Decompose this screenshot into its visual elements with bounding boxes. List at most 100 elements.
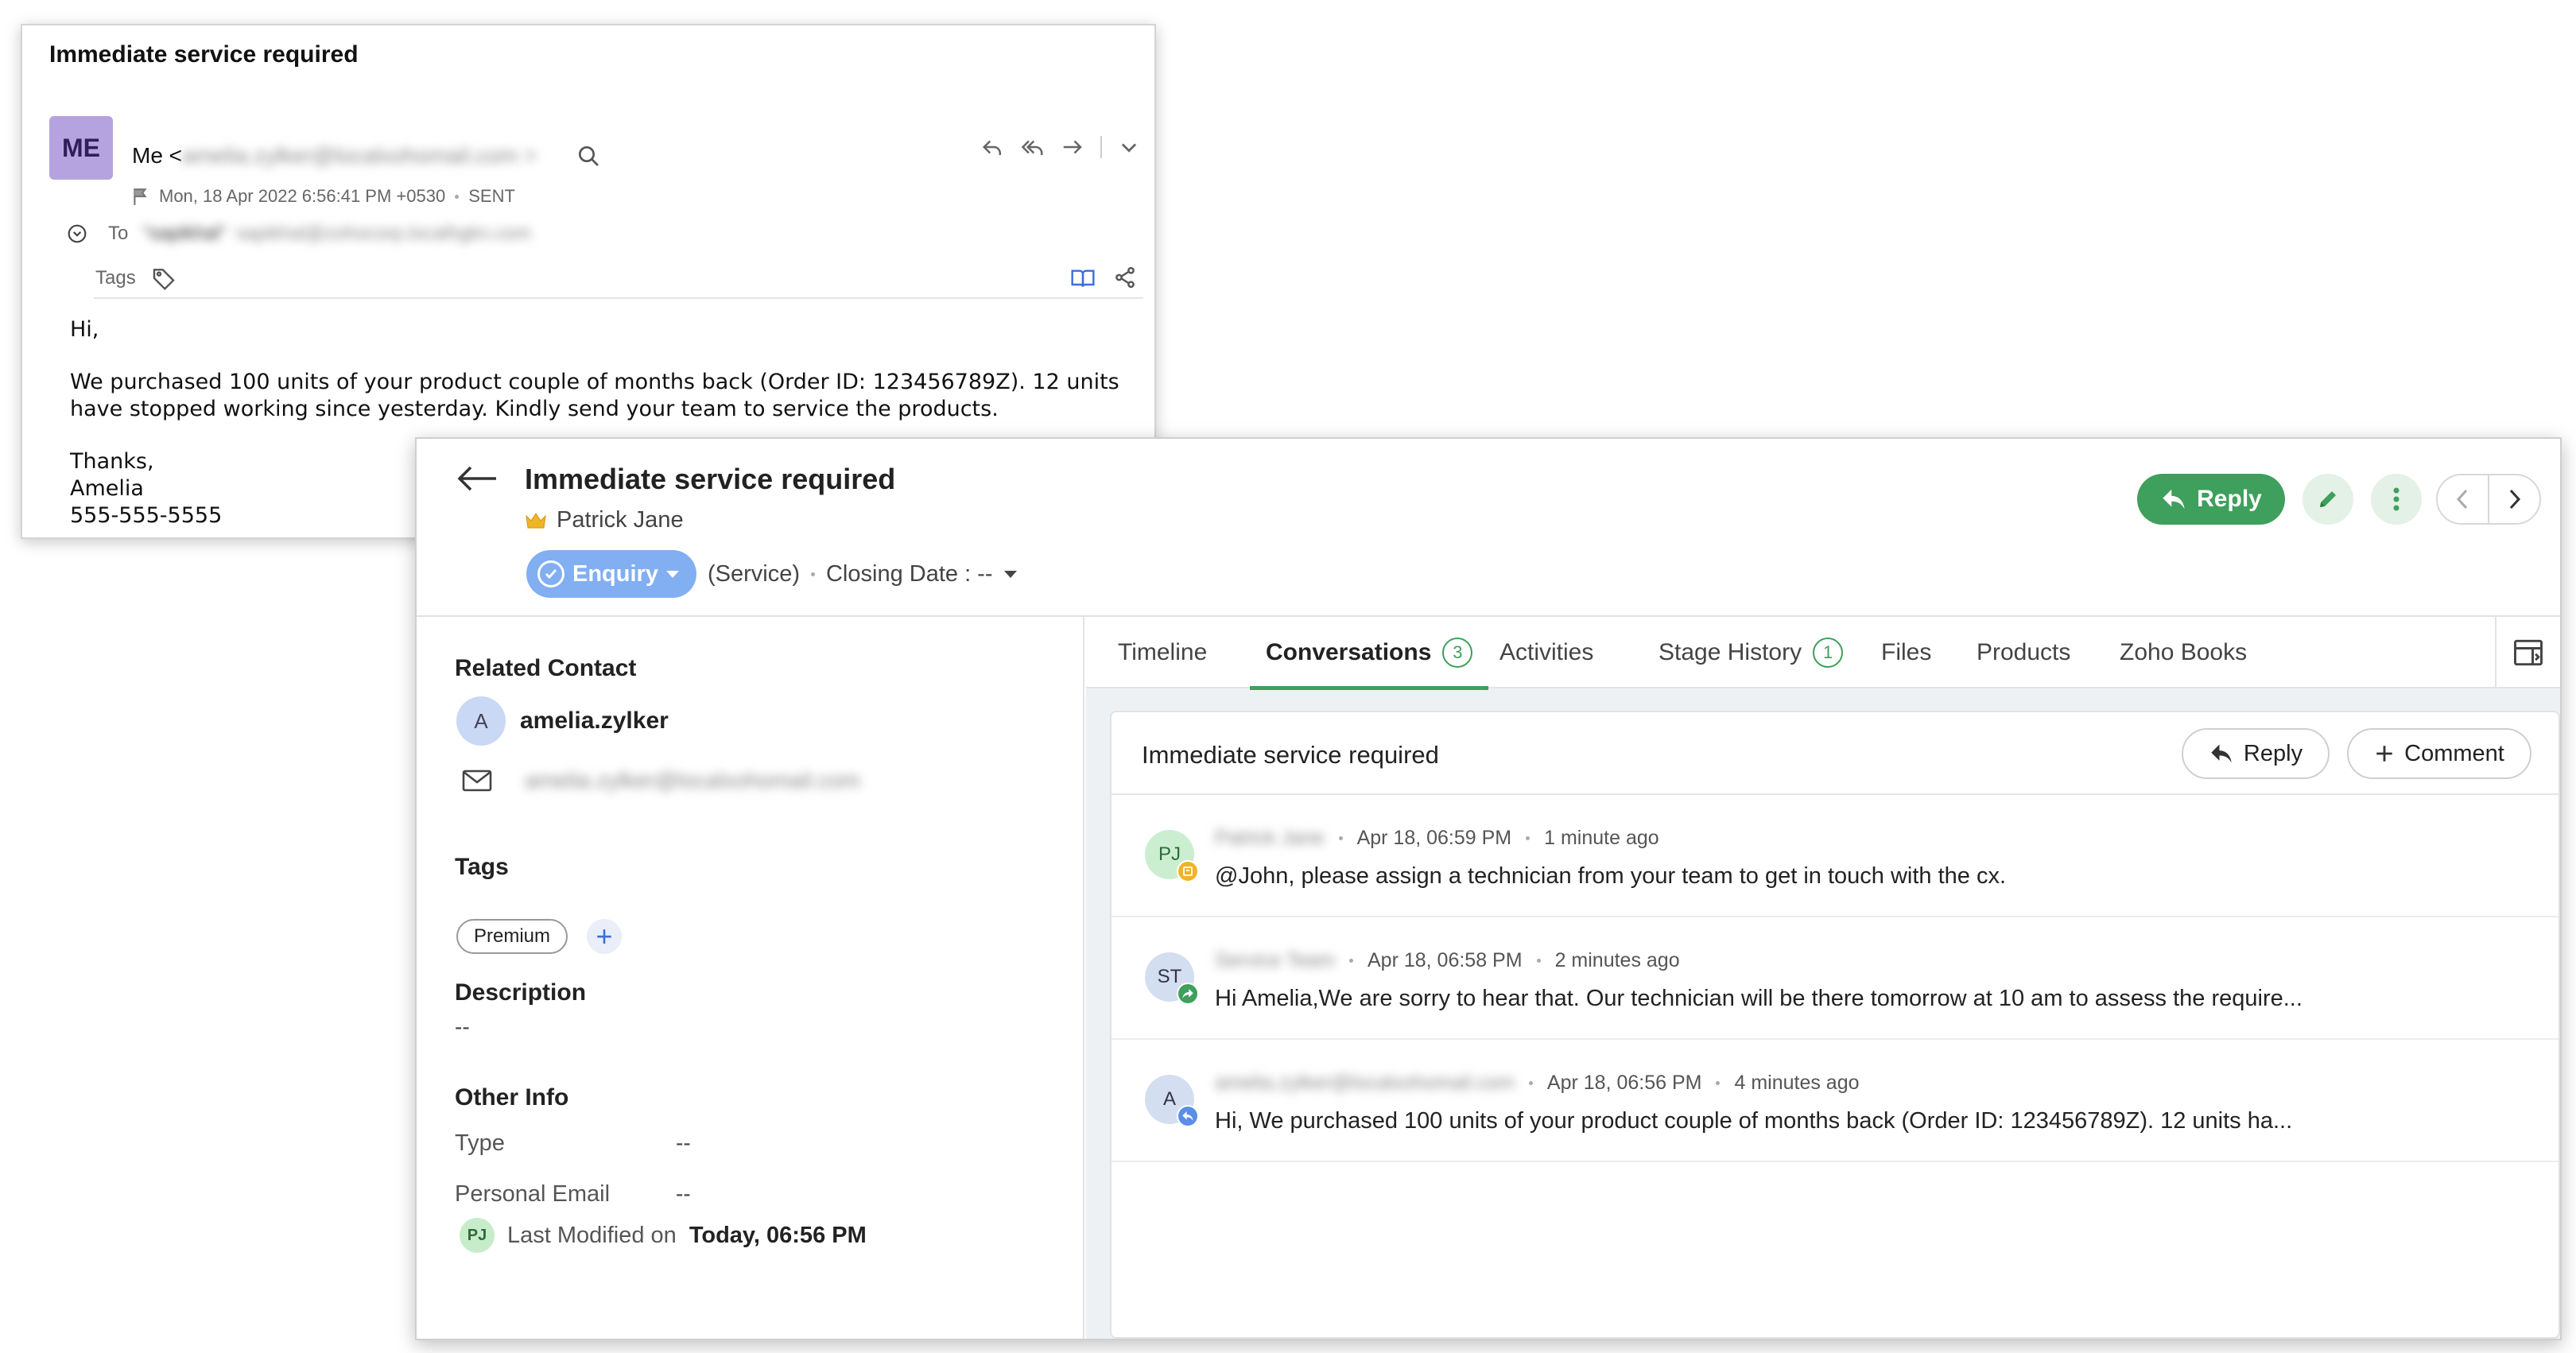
forward-icon[interactable] — [1061, 135, 1084, 159]
tab-timeline[interactable]: Timeline — [1118, 617, 1207, 688]
other-info-heading: Other Info — [455, 1084, 569, 1111]
search-icon[interactable] — [574, 142, 603, 170]
conversation-item[interactable]: A amelia.zylker@localxohomail.com Apr 18… — [1111, 1040, 2559, 1162]
conversation-ago: 2 minutes ago — [1554, 949, 1680, 971]
closing-date-caret-icon[interactable] — [1003, 570, 1017, 578]
tab-activities[interactable]: Activities — [1499, 617, 1593, 688]
conversation-ago: 4 minutes ago — [1734, 1072, 1860, 1094]
conversation-avatar: A — [1145, 1075, 1199, 1127]
contact-email[interactable]: amelia.zylker@localxohomail.com — [525, 768, 860, 793]
add-tag-button[interactable]: + — [587, 919, 623, 954]
previous-record-button[interactable] — [2438, 475, 2488, 523]
share-icon[interactable] — [1113, 266, 1137, 289]
record-navigation — [2436, 474, 2541, 525]
reply-button[interactable]: Reply — [2137, 474, 2285, 525]
type-label: Type — [455, 1130, 505, 1156]
flag-icon[interactable] — [132, 187, 149, 206]
conversation-snippet: @John, please assign a technician from y… — [1215, 863, 2007, 889]
reply-badge-icon — [1177, 1105, 1199, 1127]
next-record-button[interactable] — [2489, 475, 2539, 523]
chevron-down-icon[interactable] — [1118, 136, 1140, 158]
conversation-meta: amelia.zylker@localxohomail.com Apr 18, … — [1215, 1072, 1860, 1095]
deal-detail-panel: Immediate service required Patrick Jane … — [415, 437, 2562, 1340]
conversation-avatar: PJ — [1145, 830, 1199, 882]
more-options-button[interactable] — [2371, 474, 2422, 525]
conversation-date: Apr 18, 06:59 PM — [1356, 827, 1512, 849]
separator-dot — [1716, 1081, 1721, 1085]
reply-label: Reply — [2197, 486, 2262, 512]
deal-main: Timeline Conversations 3 Activities Stag… — [1086, 617, 2560, 1339]
actions-divider — [1100, 136, 1102, 158]
add-comment-button[interactable]: Comment — [2347, 728, 2531, 779]
deal-header: Immediate service required Patrick Jane … — [417, 439, 2560, 617]
conversation-reply-button[interactable]: Reply — [2182, 728, 2330, 779]
conversation-item[interactable]: PJ Patrick Jane Apr 18, 06:59 PM 1 minut… — [1111, 795, 2559, 917]
check-circle-icon — [537, 560, 564, 587]
reply-icon — [2160, 487, 2187, 511]
tab-label: Conversations — [1266, 639, 1432, 665]
separator-dot — [810, 572, 815, 576]
tag-icon[interactable] — [151, 266, 177, 291]
edit-button[interactable] — [2302, 474, 2353, 525]
tabs-bar: Timeline Conversations 3 Activities Stag… — [1086, 617, 2560, 690]
separator-dot — [455, 194, 460, 199]
mail-icon — [461, 768, 493, 793]
conversation-date: Apr 18, 06:58 PM — [1368, 949, 1523, 971]
to-label: To — [108, 223, 129, 244]
deal-status-row: Enquiry (Service) Closing Date : -- — [526, 550, 1017, 598]
stage-dropdown[interactable]: Enquiry — [526, 550, 696, 598]
email-subject: Immediate service required — [49, 41, 359, 68]
conversation-sender: Service Team — [1215, 949, 1335, 971]
email-tags-row: Tags — [94, 264, 1143, 299]
expand-circle-icon[interactable] — [67, 223, 87, 244]
conversation-sender: amelia.zylker@localxohomail.com — [1215, 1072, 1515, 1094]
tab-conversations[interactable]: Conversations 3 — [1249, 617, 1489, 690]
email-greeting: Hi, — [70, 317, 99, 342]
description-heading: Description — [455, 979, 587, 1006]
caret-down-icon — [665, 570, 679, 578]
signature-phone: 555-555-5555 — [70, 503, 223, 528]
separator-dot — [1349, 959, 1353, 963]
deal-title: Immediate service required — [525, 463, 896, 495]
type-value: -- — [676, 1130, 691, 1155]
contact-name[interactable]: amelia.zylker — [520, 708, 669, 735]
tab-stage-history[interactable]: Stage History 1 — [1658, 617, 1844, 688]
tab-label: Stage History — [1658, 639, 1802, 665]
reply-icon[interactable] — [981, 135, 1005, 159]
deal-type: (Service) — [707, 560, 800, 587]
closing-date[interactable]: Closing Date : -- — [826, 561, 993, 587]
layout-toggle-button[interactable] — [2495, 617, 2560, 688]
personal-email-label: Personal Email — [455, 1181, 611, 1207]
conversation-ago: 1 minute ago — [1544, 827, 1659, 849]
separator-dot — [1536, 959, 1541, 963]
stage-label: Enquiry — [572, 560, 658, 587]
separator-dot — [1526, 836, 1530, 840]
more-vertical-icon — [2392, 487, 2400, 512]
conversation-header: Immediate service required Reply Comment — [1111, 712, 2559, 795]
tab-zoho-books[interactable]: Zoho Books — [2120, 617, 2247, 688]
conversation-item[interactable]: ST Service Team Apr 18, 06:58 PM 2 minut… — [1111, 917, 2559, 1040]
open-book-icon[interactable] — [1070, 266, 1096, 291]
plus-icon — [2374, 743, 2395, 764]
avatar-initials: ST — [1157, 966, 1182, 987]
owner-name[interactable]: Patrick Jane — [557, 507, 684, 533]
to-address: sapikhal@zohocorp.localhgkn.com — [235, 223, 531, 244]
back-arrow-icon[interactable] — [455, 463, 499, 494]
tab-count-badge: 3 — [1442, 638, 1473, 668]
last-modified-label: Last Modified on — [507, 1222, 677, 1248]
tab-label: Products — [1977, 639, 2071, 665]
description-value: -- — [455, 1014, 470, 1039]
separator-dot — [1528, 1081, 1533, 1085]
email-line-1: We purchased 100 units of your product c… — [70, 370, 1119, 394]
related-contact[interactable]: A amelia.zylker — [456, 696, 669, 746]
tab-count-badge: 1 — [1813, 638, 1844, 668]
tag-premium[interactable]: Premium — [456, 919, 568, 954]
modifier-avatar: PJ — [460, 1218, 495, 1253]
tab-files[interactable]: Files — [1881, 617, 1931, 688]
layout-panel-icon — [2511, 635, 2546, 670]
reply-all-icon[interactable] — [1021, 135, 1045, 159]
email-status: SENT — [468, 186, 515, 206]
email-meta: Mon, 18 Apr 2022 6:56:41 PM +0530 SENT — [132, 186, 515, 207]
pencil-icon — [2316, 487, 2340, 511]
tab-products[interactable]: Products — [1977, 617, 2070, 688]
